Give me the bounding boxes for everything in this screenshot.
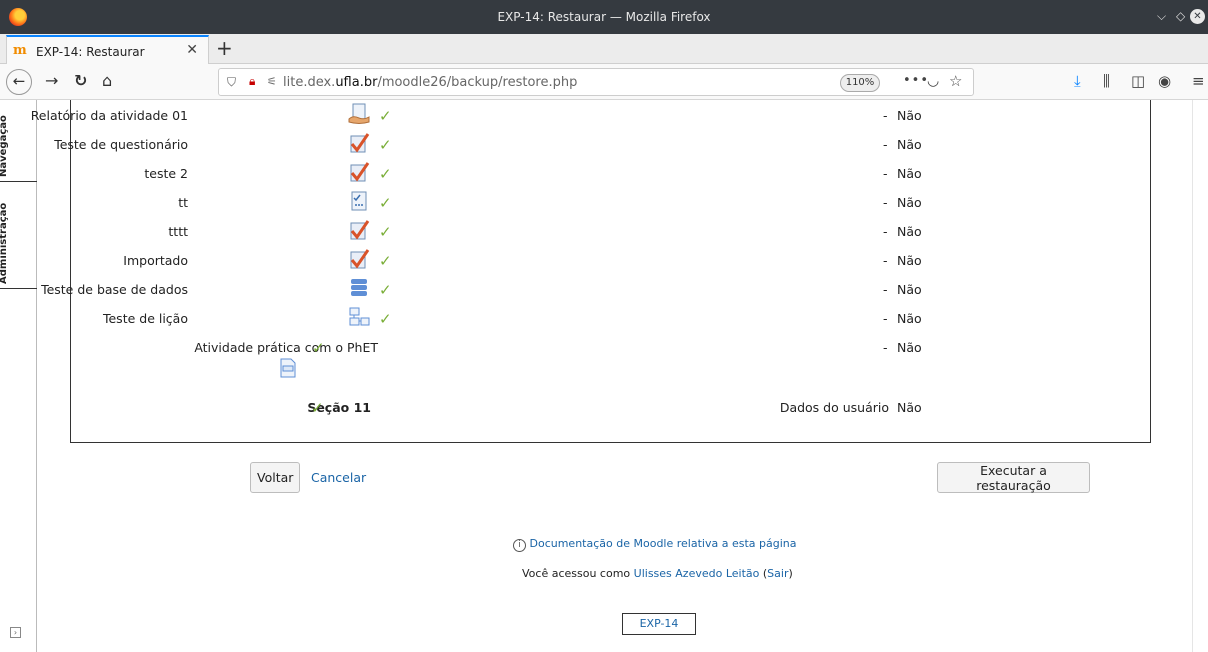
activity-row: tt ✓ - Não [71, 188, 931, 218]
sidebar-icon[interactable]: ◫ [1131, 72, 1145, 90]
included-check-icon: ✓ [379, 136, 392, 154]
url-bar[interactable]: ⛉ 🔒︎ ⚟ lite.dex.ufla.br/moodle26/backup/… [218, 68, 974, 96]
survey-icon [351, 191, 367, 211]
zoom-level-badge[interactable]: 110% [840, 74, 880, 92]
quiz-icon [350, 133, 370, 153]
activity-name: Relatório da atividade 01 [30, 108, 188, 123]
minimize-icon[interactable]: ⌵ [1157, 9, 1166, 24]
user-data-value: Não [897, 253, 922, 268]
tracking-shield-icon[interactable]: ⛉ [227, 75, 236, 90]
window-title: EXP-14: Restaurar — Mozilla Firefox [497, 10, 711, 24]
user-data-value: Não [897, 166, 922, 181]
user-data-value: Não [897, 108, 922, 123]
user-data-value: Não [897, 137, 922, 152]
quiz-icon [350, 220, 370, 240]
assignment-icon [348, 103, 370, 124]
window-titlebar: EXP-14: Restaurar — Mozilla Firefox ⌵ ◇ … [0, 0, 1208, 34]
forward-icon[interactable]: → [45, 71, 58, 90]
database-icon [351, 279, 367, 296]
moodle-favicon-icon: m [13, 43, 27, 58]
activity-name: Atividade prática com o PhET [194, 340, 378, 355]
menu-icon[interactable]: ≡ [1192, 72, 1205, 90]
new-tab-icon[interactable]: + [216, 36, 233, 60]
activity-row: Teste de questionário ✓ - Não [54, 130, 931, 160]
info-icon: i [513, 539, 526, 552]
user-data-value: Não [897, 224, 922, 239]
included-check-icon: ✓ [312, 339, 325, 357]
moodle-docs-link[interactable]: Documentação de Moodle relativa a esta p… [530, 537, 797, 550]
docs-link-row: i Documentação de Moodle relativa a esta… [513, 537, 796, 552]
section-row: Seção 11 ✓ Dados do usuário Não [71, 393, 931, 423]
tab-title: EXP-14: Restaurar [36, 45, 145, 59]
tab-close-icon[interactable]: ✕ [186, 42, 198, 58]
activity-name: tttt [168, 224, 188, 239]
page-scrollbar[interactable] [1192, 100, 1208, 652]
cancel-link[interactable]: Cancelar [311, 470, 366, 485]
included-check-icon: ✓ [379, 252, 392, 270]
drawer-tab-administration[interactable]: Administração [0, 182, 37, 289]
quiz-icon [350, 249, 370, 269]
activity-name: Teste de base de dados [41, 282, 188, 297]
activity-name: Importado [123, 253, 188, 268]
quiz-icon [350, 162, 370, 182]
lesson-icon [349, 307, 370, 326]
page-icon [280, 358, 296, 378]
tab-strip: m EXP-14: Restaurar ✕ + [0, 34, 1208, 64]
drawer-tab-label: Navegação [0, 115, 9, 177]
user-data-value: Não [897, 340, 922, 355]
home-icon[interactable]: ⌂ [102, 71, 112, 90]
activity-row: Importado ✓ - Não [71, 246, 931, 276]
included-check-icon: ✓ [379, 165, 392, 183]
activity-row: Teste de lição ✓ - Não [71, 304, 931, 334]
bookmark-star-icon[interactable]: ☆ [949, 72, 962, 90]
activity-row: teste 2 ✓ - Não [71, 159, 931, 189]
page-actions-icon[interactable]: ••• [903, 73, 929, 88]
drawer-tab-label: Administração [0, 202, 9, 284]
back-icon[interactable]: ← [6, 69, 32, 95]
restore-settings-box: Relatório da atividade 01 ✓ - Não Teste … [31, 100, 1151, 443]
pocket-icon[interactable]: ◡ [927, 73, 939, 89]
user-data-value: Não [897, 282, 922, 297]
logout-link[interactable]: Sair [767, 567, 788, 580]
activity-row: Atividade prática com o PhET ✓ - Não [71, 333, 931, 383]
activity-name: tt [178, 195, 188, 210]
activity-name: Teste de lição [102, 311, 188, 326]
execute-restore-button[interactable]: Executar a restauração [937, 462, 1090, 493]
activity-row: Teste de base de dados ✓ - Não [41, 275, 931, 305]
user-data-label: Dados do usuário [779, 400, 889, 415]
included-check-icon: ✓ [379, 107, 392, 125]
activity-row: tttt ✓ - Não [71, 217, 931, 247]
logged-in-info: Você acessou como Ulisses Azevedo Leitão… [522, 567, 793, 580]
course-home-link[interactable]: EXP-14 [622, 613, 696, 635]
included-check-icon: ✓ [379, 310, 392, 328]
browser-tab[interactable]: m EXP-14: Restaurar ✕ [6, 35, 209, 64]
user-profile-link[interactable]: Ulisses Azevedo Leitão [634, 567, 760, 580]
insecure-lock-icon[interactable]: 🔒︎ [249, 74, 255, 89]
reload-icon[interactable]: ↻ [74, 71, 87, 90]
navigation-toolbar: ← → ↻ ⌂ ⛉ 🔒︎ ⚟ lite.dex.ufla.br/moodle26… [0, 64, 1208, 100]
block-drawer: Navegação Administração › [0, 100, 37, 652]
user-data-value: Não [897, 400, 922, 415]
activity-name: Teste de questionário [54, 137, 188, 152]
back-button[interactable]: Voltar [250, 462, 301, 493]
downloads-icon[interactable]: ⤓ [1074, 72, 1081, 90]
library-icon[interactable]: ⫼ [1103, 72, 1110, 90]
user-data-value: Não [897, 195, 922, 210]
expand-drawer-icon[interactable]: › [10, 627, 21, 638]
activity-row: Relatório da atividade 01 ✓ - Não [31, 101, 931, 131]
included-check-icon: ✓ [311, 399, 324, 417]
activity-name: teste 2 [144, 166, 188, 181]
window-close-icon[interactable]: ✕ [1190, 9, 1205, 24]
permissions-icon[interactable]: ⚟ [267, 75, 277, 88]
included-check-icon: ✓ [379, 281, 392, 299]
maximize-icon[interactable]: ◇ [1176, 9, 1185, 23]
user-data-value: Não [897, 311, 922, 326]
url-text[interactable]: lite.dex.ufla.br/moodle26/backup/restore… [283, 75, 577, 90]
included-check-icon: ✓ [379, 223, 392, 241]
account-icon[interactable]: ◉ [1158, 72, 1171, 90]
included-check-icon: ✓ [379, 194, 392, 212]
